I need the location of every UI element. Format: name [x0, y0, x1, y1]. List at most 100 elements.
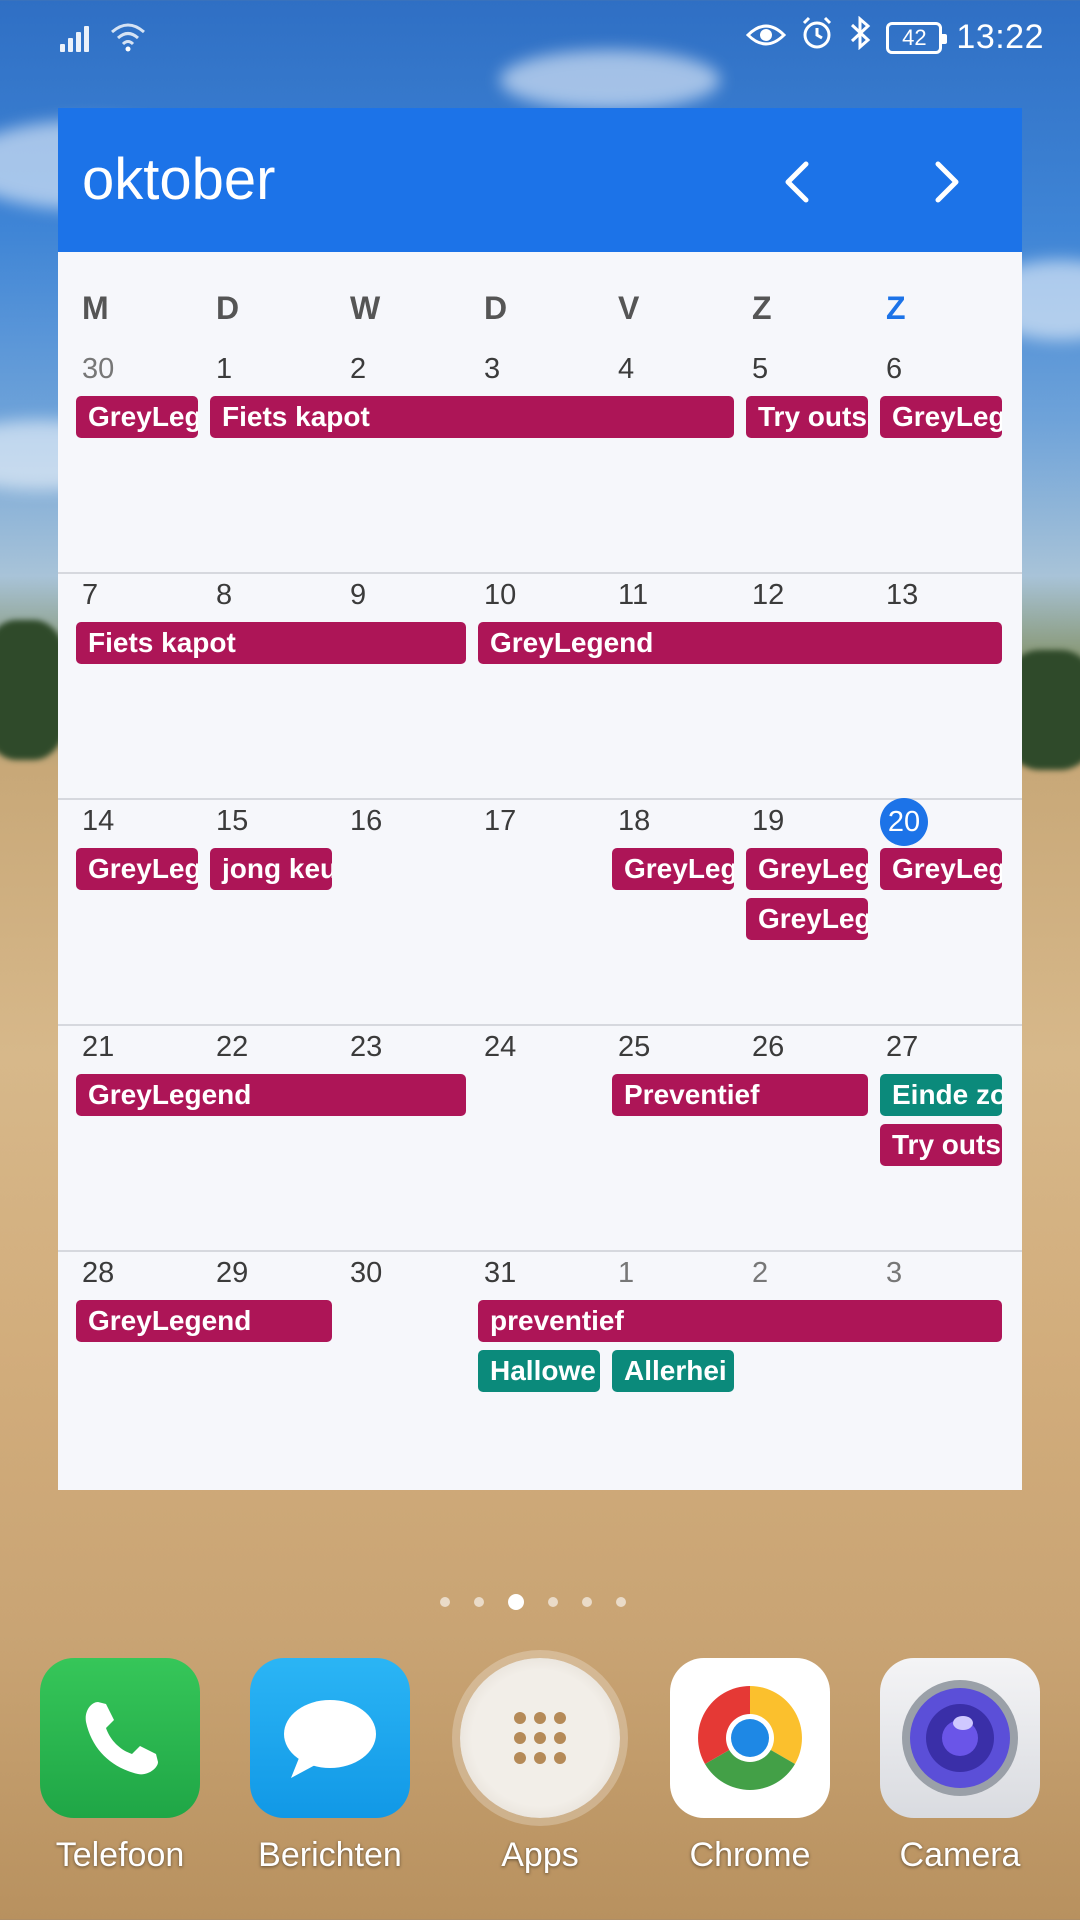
day-number[interactable]: 18 [618, 805, 650, 838]
weekday-sun: Z [886, 290, 906, 326]
day-number[interactable]: 8 [216, 579, 232, 612]
app-berichten[interactable]: Berichten [250, 1658, 410, 1875]
event-chip[interactable]: GreyLeg [746, 848, 868, 890]
app-chrome[interactable]: Chrome [670, 1658, 830, 1875]
event-chip[interactable]: GreyLeg [880, 396, 1002, 438]
app-apps[interactable]: Apps [460, 1658, 620, 1875]
week-divider [58, 798, 1022, 800]
event-chip[interactable]: jong keu [210, 848, 332, 890]
app-camera[interactable]: Camera [880, 1658, 1040, 1875]
day-number[interactable]: 21 [82, 1031, 114, 1064]
calendar-header: oktober [58, 108, 1022, 252]
event-chip[interactable]: Try outs [746, 396, 868, 438]
day-number[interactable]: 26 [752, 1031, 784, 1064]
phone-icon[interactable] [40, 1658, 200, 1818]
day-number[interactable]: 2 [350, 353, 366, 386]
day-number[interactable]: 12 [752, 579, 784, 612]
week-divider [58, 1250, 1022, 1252]
page-dot[interactable] [548, 1597, 558, 1607]
clock: 13:22 [956, 18, 1044, 56]
weekday-wed: W [350, 290, 381, 326]
message-bubble-icon[interactable] [250, 1658, 410, 1818]
event-chip[interactable]: GreyLeg [76, 396, 198, 438]
day-number[interactable]: 17 [484, 805, 516, 838]
today-date[interactable]: 20 [880, 798, 928, 846]
weekday-fri: V [618, 290, 640, 326]
day-number[interactable]: 30 [82, 353, 114, 386]
event-chip[interactable]: GreyLegend [76, 1074, 466, 1116]
day-number[interactable]: 16 [350, 805, 382, 838]
page-dot[interactable] [440, 1597, 450, 1607]
event-chip[interactable]: Einde zo [880, 1074, 1002, 1116]
next-month-button[interactable] [914, 152, 974, 212]
day-number[interactable]: 29 [216, 1257, 248, 1290]
day-number[interactable]: 4 [618, 353, 634, 386]
day-number[interactable]: 10 [484, 579, 516, 612]
day-number[interactable]: 1 [618, 1257, 634, 1290]
event-chip[interactable]: Preventief [612, 1074, 868, 1116]
day-number[interactable]: 22 [216, 1031, 248, 1064]
chrome-icon[interactable] [670, 1658, 830, 1818]
signal-icon [60, 22, 92, 52]
day-number[interactable]: 27 [886, 1031, 918, 1064]
day-number[interactable]: 15 [216, 805, 248, 838]
day-number[interactable]: 28 [82, 1257, 114, 1290]
day-number[interactable]: 5 [752, 353, 768, 386]
day-number[interactable]: 11 [618, 579, 648, 612]
day-number[interactable]: 6 [886, 353, 902, 386]
event-chip[interactable]: GreyLeg [76, 848, 198, 890]
event-chip[interactable]: preventief [478, 1300, 1002, 1342]
weekday-sat: Z [752, 290, 772, 326]
day-number[interactable]: 14 [82, 805, 114, 838]
app-label: Chrome [689, 1836, 811, 1874]
status-bar: 42 13:22 [0, 0, 1080, 76]
day-number[interactable]: 13 [886, 579, 918, 612]
battery-icon: 42 [886, 21, 948, 54]
day-number[interactable]: 31 [484, 1257, 516, 1290]
app-label: Apps [501, 1836, 579, 1874]
previous-month-button[interactable] [770, 152, 830, 212]
battery-level: 42 [902, 24, 927, 50]
week-divider [58, 572, 1022, 574]
event-chip[interactable]: GreyLeg [746, 898, 868, 940]
event-chip[interactable]: Hallowe [478, 1350, 600, 1392]
event-chip[interactable]: GreyLegend [478, 622, 1002, 664]
weekday-tue: D [216, 290, 240, 326]
day-number[interactable]: 3 [484, 353, 500, 386]
page-dot-active[interactable] [508, 1594, 524, 1610]
day-number[interactable]: 24 [484, 1031, 516, 1064]
day-number[interactable]: 3 [886, 1257, 902, 1290]
page-dot[interactable] [474, 1597, 484, 1607]
day-number[interactable]: 19 [752, 805, 784, 838]
page-dot[interactable] [616, 1597, 626, 1607]
bluetooth-icon [848, 15, 872, 59]
app-telefoon[interactable]: Telefoon [40, 1658, 200, 1875]
app-label: Telefoon [55, 1836, 185, 1874]
week-divider [58, 1024, 1022, 1026]
day-number[interactable]: 23 [350, 1031, 382, 1064]
month-title: oktober [82, 147, 276, 212]
event-chip[interactable]: GreyLeg [880, 848, 1002, 890]
chevron-right-icon [935, 161, 959, 203]
app-grid-icon[interactable] [460, 1658, 620, 1818]
event-chip[interactable]: Try outs [880, 1124, 1002, 1166]
day-number[interactable]: 1 [216, 353, 232, 386]
event-chip[interactable]: Fiets kapot [210, 396, 734, 438]
event-chip[interactable]: Allerhei [612, 1350, 734, 1392]
day-number[interactable]: 2 [752, 1257, 768, 1290]
alarm-icon [800, 16, 834, 59]
day-number[interactable]: 25 [618, 1031, 650, 1064]
day-number[interactable]: 7 [82, 579, 98, 612]
eye-icon [746, 18, 787, 58]
page-indicator[interactable] [440, 1594, 626, 1610]
day-number[interactable]: 30 [350, 1257, 382, 1290]
calendar-widget[interactable]: oktober M D W D V Z Z 30 1 2 3 4 5 6 Gre… [58, 108, 1022, 1490]
event-chip[interactable]: GreyLegend [76, 1300, 332, 1342]
day-number[interactable]: 9 [350, 579, 366, 612]
page-dot[interactable] [582, 1597, 592, 1607]
event-chip[interactable]: GreyLeg [612, 848, 734, 890]
camera-lens-icon[interactable] [880, 1658, 1040, 1818]
weekday-mon: M [82, 290, 109, 326]
event-chip[interactable]: Fiets kapot [76, 622, 466, 664]
app-label: Camera [899, 1836, 1021, 1874]
